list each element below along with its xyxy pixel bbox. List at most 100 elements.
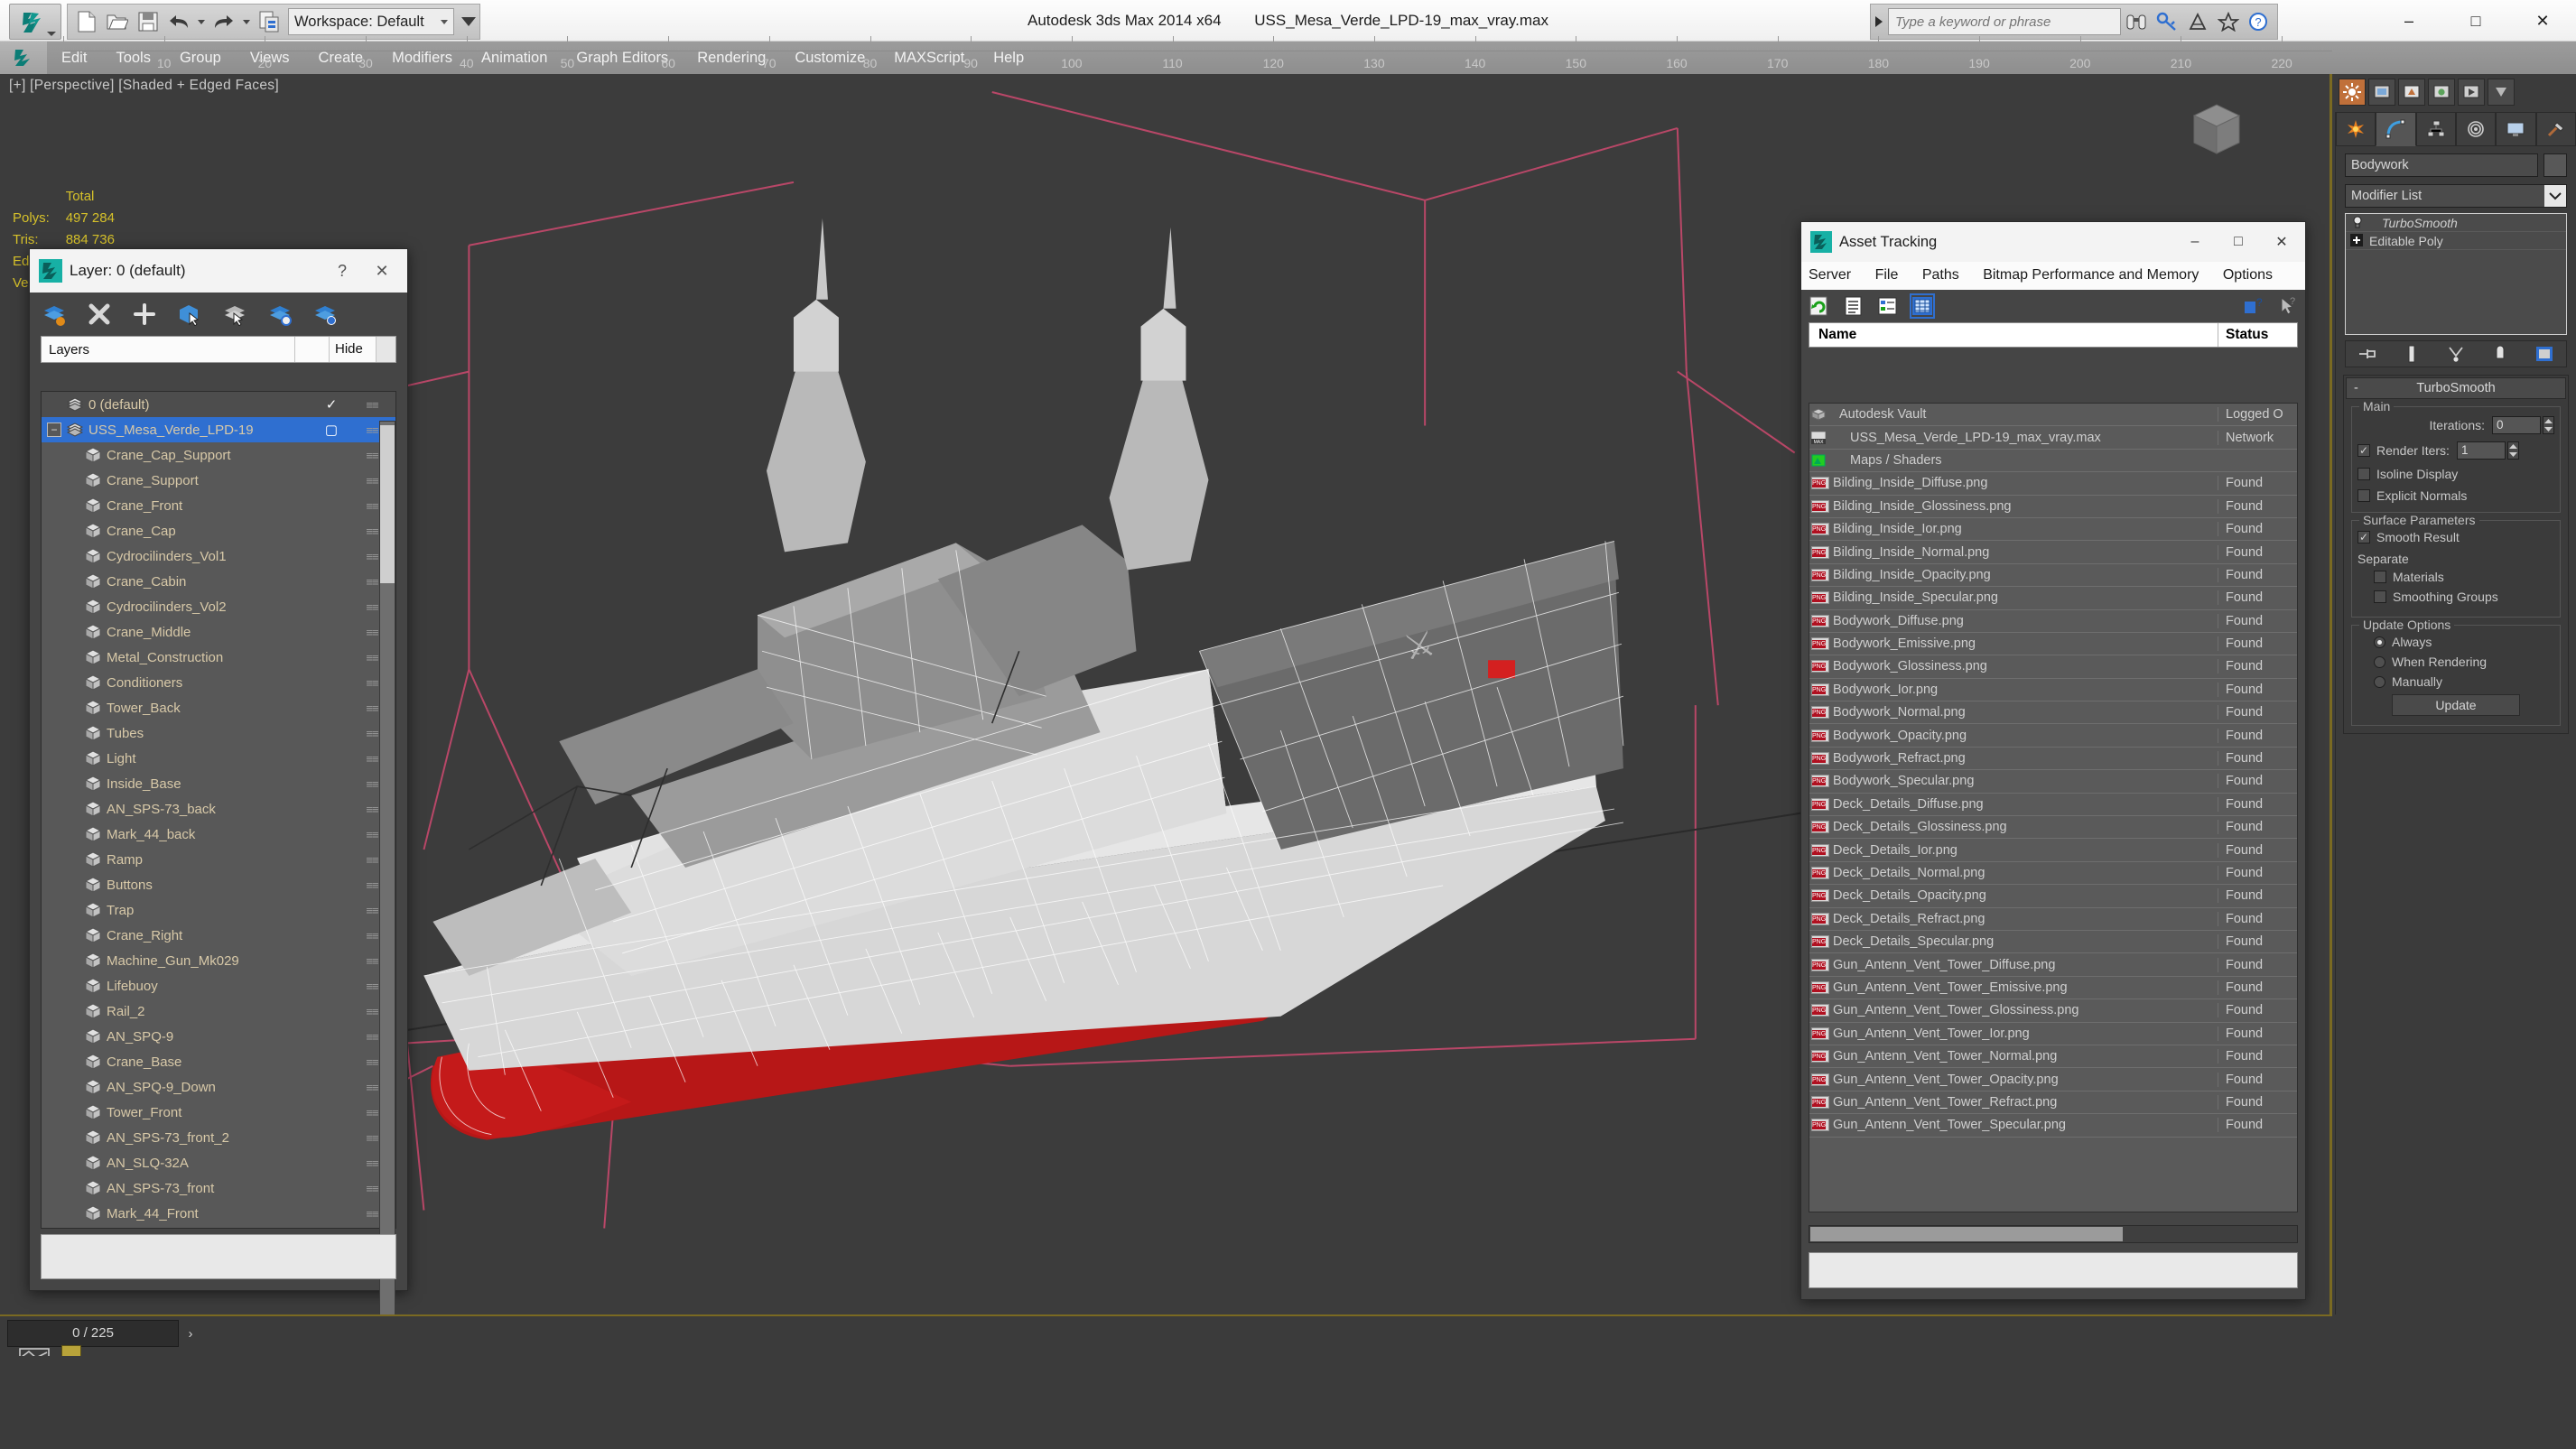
workspace-selector[interactable]: Workspace: Default (288, 8, 454, 35)
when-rendering-radio[interactable] (2374, 655, 2385, 668)
asset-menu-bar[interactable]: Server File Paths Bitmap Performance and… (1801, 262, 2305, 291)
render-iters-input[interactable]: 1 (2456, 441, 2506, 460)
asset-row[interactable]: Autodesk Vault Logged O (1809, 404, 2297, 427)
asset-row[interactable]: Bodywork_Ior.png Found (1809, 679, 2297, 702)
layer-list-scroll-thumb[interactable] (380, 425, 395, 583)
hierarchy-tab[interactable] (2415, 112, 2456, 146)
grid-view-icon[interactable] (1910, 293, 1935, 320)
command-panel-tabs[interactable] (2336, 112, 2576, 146)
asset-menu-paths[interactable]: Paths (1922, 267, 1959, 283)
always-radio[interactable] (2374, 636, 2385, 648)
layer-row[interactable]: Crane_Front ≡≡ (42, 493, 395, 518)
render-iters-row[interactable]: ✓ Render Iters: 1 (2357, 441, 2554, 460)
layer-row[interactable]: Ramp ≡≡ (42, 847, 395, 872)
list-view-icon[interactable] (1843, 295, 1865, 317)
utilities-tab[interactable] (2535, 112, 2576, 146)
isoline-checkbox[interactable] (2357, 468, 2370, 480)
layer-row[interactable]: Trap ≡≡ (42, 897, 395, 923)
asset-row[interactable]: Gun_Antenn_Vent_Tower_Glossiness.png Foun… (1809, 999, 2297, 1023)
asset-row[interactable]: Deck_Details_Opacity.png Found (1809, 885, 2297, 908)
smoothing-groups-row[interactable]: Smoothing Groups (2374, 590, 2554, 604)
layer-row[interactable]: Machine_Gun_Mk029 ≡≡ (42, 948, 395, 973)
asset-row[interactable]: Gun_Antenn_Vent_Tower_Ior.png Found (1809, 1023, 2297, 1045)
asset-row[interactable]: Gun_Antenn_Vent_Tower_Refract.png Found (1809, 1091, 2297, 1115)
light-bulb-icon[interactable] (2351, 216, 2366, 229)
materials-row[interactable]: Materials (2374, 570, 2554, 584)
asset-row[interactable]: Gun_Antenn_Vent_Tower_Opacity.png Found (1809, 1068, 2297, 1091)
layer-row[interactable]: Mark_44_Front ≡≡ (42, 1201, 395, 1226)
infocenter-expand-icon[interactable] (1875, 16, 1883, 27)
pin-stack-icon[interactable] (2357, 344, 2377, 364)
layer-properties-icon[interactable] (268, 302, 292, 326)
layer-row[interactable]: Lifebuoy ≡≡ (42, 973, 395, 999)
layer-row[interactable]: Crane_Right ≡≡ (42, 923, 395, 948)
asset-row[interactable]: Bodywork_Diffuse.png Found (1809, 610, 2297, 633)
asset-row[interactable]: Bilding_Inside_Glossiness.png Found (1809, 496, 2297, 518)
redo-dropdown-icon[interactable] (243, 19, 250, 24)
layer-help-button[interactable]: ? (322, 262, 362, 281)
render-toolbar[interactable] (2335, 74, 2576, 110)
timeline-ruler[interactable]: 10 20 30 40 50 60 70 80 90 100 110 120 130 140 150 160 1… (63, 33, 2333, 70)
rollout-collapse-glyph[interactable]: - (2354, 381, 2358, 395)
stack-item-editable-poly[interactable]: Editable Poly (2346, 232, 2566, 250)
materials-checkbox[interactable] (2374, 571, 2386, 583)
asset-row[interactable]: Bodywork_Opacity.png Found (1809, 724, 2297, 748)
asset-close-button[interactable]: ✕ (2260, 222, 2303, 262)
asset-row[interactable]: Bilding_Inside_Normal.png Found (1809, 541, 2297, 564)
smooth-result-row[interactable]: ✓ Smooth Result (2357, 530, 2554, 544)
remove-modifier-icon[interactable] (2490, 344, 2510, 364)
configure-sets-icon[interactable] (2534, 344, 2554, 364)
asset-row[interactable]: Deck_Details_Glossiness.png Found (1809, 816, 2297, 840)
layer-row[interactable]: Crane_Support ≡≡ (42, 468, 395, 493)
render-iters-checkbox[interactable]: ✓ (2357, 444, 2370, 457)
tree-view-icon[interactable] (1877, 295, 1899, 317)
layer-row[interactable]: Crane_Cap ≡≡ (42, 518, 395, 543)
explicit-normals-row[interactable]: Explicit Normals (2357, 488, 2554, 503)
workspace-more-icon[interactable] (460, 17, 476, 26)
modifier-list-dropdown[interactable]: Modifier List (2345, 184, 2567, 208)
explicit-normals-checkbox[interactable] (2357, 489, 2370, 502)
asset-row[interactable]: Deck_Details_Ior.png Found (1809, 839, 2297, 862)
render-iterative-icon[interactable] (2428, 79, 2455, 106)
asset-row[interactable]: Bilding_Inside_Diffuse.png Found (1809, 472, 2297, 496)
rollout-header[interactable]: - TurboSmooth (2346, 377, 2566, 399)
asset-scroll-thumb[interactable] (1810, 1227, 2123, 1241)
maximize-button[interactable]: □ (2442, 0, 2509, 42)
asset-list[interactable]: Autodesk Vault Logged O MAX USS_Mesa_Verde_… (1809, 403, 2298, 1212)
render-flyout-icon[interactable] (2488, 79, 2515, 106)
asset-row[interactable]: Deck_Details_Diffuse.png Found (1809, 794, 2297, 817)
add-help-icon[interactable]: ? (2242, 295, 2264, 317)
refresh-icon[interactable] (1809, 295, 1830, 317)
layer-row[interactable]: Cydrocilinders_Vol1 ≡≡ (42, 543, 395, 569)
select-highlight-icon[interactable] (223, 302, 246, 326)
window-controls[interactable]: – □ ✕ (2376, 0, 2576, 42)
turbosmooth-rollout[interactable]: - TurboSmooth Main Iterations: 0 ✓ Rende… (2343, 375, 2569, 734)
render-production-icon[interactable] (2398, 79, 2425, 106)
layer-row[interactable]: Crane_Base ≡≡ (42, 1049, 395, 1074)
next-frame-button[interactable]: › (179, 1320, 202, 1347)
layer-visibility-toggle[interactable]: ▢ (314, 422, 349, 438)
object-name-row[interactable]: Bodywork (2345, 153, 2567, 177)
layer-row[interactable]: 0 (default) ✓ ≡≡ (42, 392, 395, 417)
asset-row[interactable]: Bilding_Inside_Opacity.png Found (1809, 564, 2297, 588)
asset-menu-file[interactable]: File (1875, 267, 1899, 283)
modifier-stack[interactable]: TurboSmooth Editable Poly (2345, 213, 2567, 335)
asset-dialog-titlebar[interactable]: Asset Tracking – □ ✕ (1801, 222, 2305, 262)
delete-layer-icon[interactable] (88, 302, 111, 326)
manually-radio[interactable] (2374, 675, 2385, 688)
asset-toolbar[interactable]: ? ? (1801, 290, 2305, 323)
asset-menu-bitmap-performance[interactable]: Bitmap Performance and Memory (1983, 267, 2199, 283)
iterations-stepper[interactable] (2543, 416, 2554, 434)
command-panel[interactable]: Bodywork Modifier List TurboSmooth Edita… (2335, 112, 2576, 1314)
asset-row[interactable]: Deck_Details_Specular.png Found (1809, 931, 2297, 954)
asset-menu-options[interactable]: Options (2223, 267, 2273, 283)
collapse-toggle-icon[interactable]: − (47, 423, 61, 437)
search-input[interactable] (1888, 8, 2121, 35)
help-cursor-icon[interactable]: ? (2276, 295, 2298, 317)
asset-row[interactable]: Gun_Antenn_Vent_Tower_Emissive.png Found (1809, 977, 2297, 1000)
asset-row[interactable]: Deck_Details_Refract.png Found (1809, 908, 2297, 931)
layer-row[interactable]: Metal_Construction ≡≡ (42, 645, 395, 670)
render-setup-icon[interactable] (2339, 79, 2366, 106)
layer-row[interactable]: Cydrocilinders_Vol2 ≡≡ (42, 594, 395, 619)
iterations-row[interactable]: Iterations: 0 (2357, 416, 2554, 434)
